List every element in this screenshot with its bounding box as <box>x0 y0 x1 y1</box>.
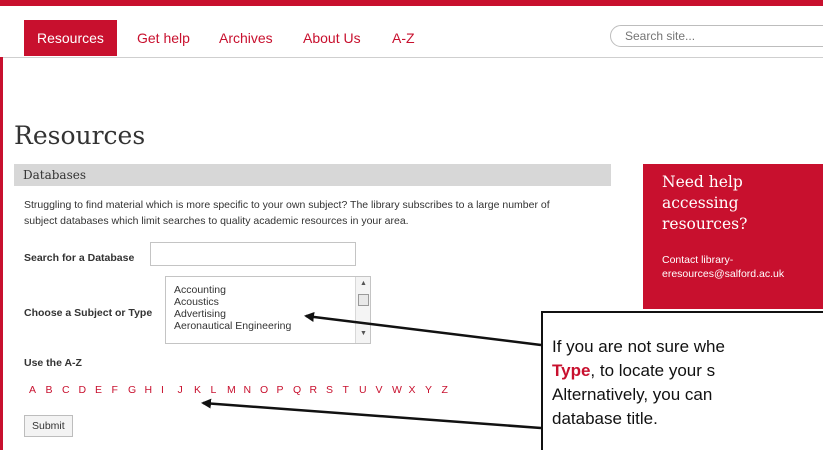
databases-intro: Struggling to find material which is mor… <box>24 197 614 229</box>
az-letter-link[interactable]: E <box>95 384 112 396</box>
subject-option[interactable]: Acoustics <box>174 296 219 308</box>
az-letter-link[interactable]: O <box>260 384 277 396</box>
help-box: Need help accessing resources? Contact l… <box>643 164 823 309</box>
az-letter-link[interactable]: H <box>145 384 162 396</box>
az-letter-link[interactable]: I <box>161 384 178 396</box>
az-letter-link[interactable]: Y <box>425 384 442 396</box>
az-letter-link[interactable]: C <box>62 384 79 396</box>
subject-option[interactable]: Advertising <box>174 308 226 320</box>
az-letter-link[interactable]: N <box>244 384 261 396</box>
top-accent-bar <box>0 0 823 6</box>
az-letter-link[interactable]: Q <box>293 384 310 396</box>
az-letter-link[interactable]: M <box>227 384 244 396</box>
az-letter-link[interactable]: L <box>211 384 228 396</box>
az-letter-link[interactable]: Z <box>442 384 459 396</box>
subject-type-listbox[interactable]: Accounting Acoustics Advertising Aeronau… <box>165 276 371 344</box>
az-letter-list: ABCDEFGHIJKLMNOPQRSTUVWXYZ <box>29 384 458 396</box>
az-letter-link[interactable]: X <box>409 384 426 396</box>
subject-type-label: Choose a Subject or Type <box>24 307 153 319</box>
help-contact-line[interactable]: Contact library- <box>662 253 784 267</box>
help-contact-line[interactable]: eresources@salford.ac.uk <box>662 267 784 281</box>
annotation-callout: If you are not sure whe Type, to locate … <box>541 311 823 450</box>
intro-line: Struggling to find material which is mor… <box>24 199 550 211</box>
callout-line-rest: , to locate your s <box>590 361 716 380</box>
subject-option[interactable]: Accounting <box>174 284 226 296</box>
az-letter-link[interactable]: T <box>343 384 360 396</box>
submit-button[interactable]: Submit <box>24 415 73 437</box>
az-letter-link[interactable]: K <box>194 384 211 396</box>
intro-line: subject databases which limit searches t… <box>24 215 409 227</box>
databases-heading: Databases <box>14 164 611 186</box>
nav-resources[interactable]: Resources <box>24 20 117 56</box>
az-letter-link[interactable]: S <box>326 384 343 396</box>
search-database-label: Search for a Database <box>24 252 135 264</box>
az-letter-link[interactable]: G <box>128 384 145 396</box>
az-letter-link[interactable]: J <box>178 384 195 396</box>
nav-a-z[interactable]: A-Z <box>392 20 415 56</box>
nav-get-help[interactable]: Get help <box>137 20 190 56</box>
callout-highlight: Type <box>552 361 591 380</box>
az-letter-link[interactable]: W <box>392 384 409 396</box>
nav-about-us[interactable]: About Us <box>303 20 361 56</box>
scroll-down-arrow-icon[interactable]: ▼ <box>360 330 367 337</box>
scroll-up-arrow-icon[interactable]: ▲ <box>360 280 367 287</box>
scroll-thumb[interactable] <box>358 294 369 306</box>
site-search-input[interactable] <box>610 25 823 47</box>
listbox-scrollbar[interactable]: ▲ ▼ <box>355 277 370 343</box>
callout-line: Alternatively, you can <box>552 385 713 404</box>
left-accent-bar <box>0 57 3 450</box>
help-contact: Contact library- eresources@salford.ac.u… <box>662 253 784 281</box>
page-title: Resources <box>14 121 146 150</box>
databases-panel: Databases Struggling to find material wh… <box>14 164 611 454</box>
az-letter-link[interactable]: A <box>29 384 46 396</box>
nav-archives[interactable]: Archives <box>219 20 273 56</box>
az-label: Use the A-Z <box>24 357 82 369</box>
az-letter-link[interactable]: F <box>112 384 129 396</box>
az-letter-link[interactable]: B <box>46 384 63 396</box>
az-letter-link[interactable]: R <box>310 384 327 396</box>
callout-line: If you are not sure whe <box>552 337 725 356</box>
subject-option[interactable]: Aeronautical Engineering <box>174 320 291 332</box>
az-letter-link[interactable]: U <box>359 384 376 396</box>
database-search-input[interactable] <box>150 242 356 266</box>
help-title: Need help accessing resources? <box>662 173 748 233</box>
callout-line: Type, to locate your s <box>552 359 823 383</box>
callout-text: If you are not sure whe Type, to locate … <box>552 335 823 431</box>
callout-line: database title. <box>552 409 658 428</box>
az-letter-link[interactable]: V <box>376 384 393 396</box>
az-letter-link[interactable]: P <box>277 384 294 396</box>
az-letter-link[interactable]: D <box>79 384 96 396</box>
